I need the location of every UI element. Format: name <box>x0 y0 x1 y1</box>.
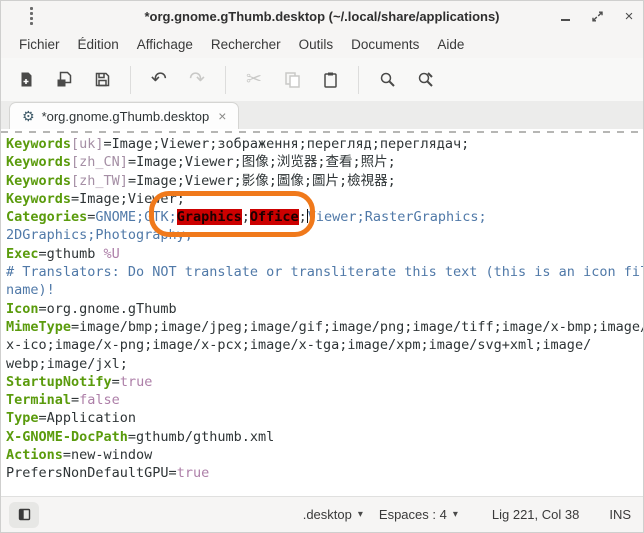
find-replace-icon <box>416 70 435 89</box>
text-editor-area[interactable]: Keywords[uk]=Image;Viewer;зображення;пер… <box>1 129 643 496</box>
chevron-down-icon: ▾ <box>453 509 458 520</box>
title-bar: *org.gnome.gThumb.desktop (~/.local/shar… <box>1 1 643 31</box>
tab-label: *org.gnome.gThumb.desktop <box>42 109 210 124</box>
find-button[interactable] <box>370 64 404 96</box>
dashed-separator <box>1 131 643 133</box>
toolbar-separator <box>130 66 131 94</box>
code-line: name)! <box>6 281 643 299</box>
menu-affichage[interactable]: Affichage <box>128 34 202 55</box>
status-bar: .desktop ▾ Espaces : 4 ▾ Lig 221, Col 38… <box>1 496 643 532</box>
find-icon <box>378 70 397 89</box>
restore-button[interactable] <box>589 8 605 24</box>
undo-icon: ↶ <box>151 70 167 90</box>
cursor-position-label: Lig 221, Col 38 <box>492 507 579 522</box>
cut-icon: ✂ <box>246 70 262 90</box>
menu-rechercher[interactable]: Rechercher <box>202 34 290 55</box>
menu-aide[interactable]: Aide <box>428 34 473 55</box>
filetype-selector[interactable]: .desktop ▾ <box>295 504 371 525</box>
close-button[interactable]: × <box>621 8 637 24</box>
tab-org-gnome-gthumb-desktop[interactable]: ⚙ *org.gnome.gThumb.desktop × <box>9 102 239 129</box>
menu-bar: FichierÉditionAffichageRechercherOutilsD… <box>1 31 643 58</box>
toolbar-separator <box>225 66 226 94</box>
overwrite-mode-label: INS <box>609 507 631 522</box>
code-line: Actions=new-window <box>6 446 643 464</box>
save-button[interactable] <box>85 64 119 96</box>
code-line: 2DGraphics;Photography; <box>6 226 643 244</box>
chevron-down-icon: ▾ <box>358 509 363 520</box>
code-line: x-ico;image/x-png;image/x-pcx;image/x-tg… <box>6 336 643 354</box>
code-line: Keywords[zh_CN]=Image;Viewer;图像;浏览器;查看;照… <box>6 153 643 171</box>
cut-button: ✂ <box>237 64 271 96</box>
close-icon: × <box>625 9 634 24</box>
open-document-button[interactable] <box>47 64 81 96</box>
toolbar: ↶ ↷ ✂ <box>1 58 643 101</box>
menu-documents[interactable]: Documents <box>342 34 428 55</box>
code-line: X-GNOME-DocPath=gthumb/gthumb.xml <box>6 428 643 446</box>
tab-width-selector[interactable]: Espaces : 4 ▾ <box>371 504 466 525</box>
tab-bar: ⚙ *org.gnome.gThumb.desktop × <box>1 101 643 129</box>
code-line: PrefersNonDefaultGPU=true <box>6 464 643 482</box>
paste-icon <box>321 70 340 89</box>
window-controls: × <box>557 1 637 31</box>
tab-close-icon[interactable]: × <box>216 109 228 123</box>
toolbar-separator <box>358 66 359 94</box>
save-icon <box>93 70 112 89</box>
filetype-label: .desktop <box>303 507 352 522</box>
restore-icon <box>591 10 604 23</box>
code-line: Icon=org.gnome.gThumb <box>6 300 643 318</box>
desktop-file-gear-icon: ⚙ <box>22 109 35 123</box>
minimize-button[interactable] <box>557 8 573 24</box>
open-document-icon <box>55 70 74 89</box>
redo-button: ↷ <box>180 64 214 96</box>
window-menu-icon[interactable] <box>30 7 33 25</box>
tab-width-label: Espaces : 4 <box>379 507 447 522</box>
side-panel-toggle-button[interactable] <box>9 502 39 528</box>
document-content: Keywords[uk]=Image;Viewer;зображення;пер… <box>6 135 643 483</box>
find-replace-button[interactable] <box>408 64 442 96</box>
status-right-group: .desktop ▾ Espaces : 4 ▾ Lig 221, Col 38… <box>295 504 633 525</box>
redo-icon: ↷ <box>189 70 205 90</box>
code-line: MimeType=image/bmp;image/jpeg;image/gif;… <box>6 318 643 336</box>
menu-outils[interactable]: Outils <box>290 34 343 55</box>
code-line: # Translators: Do NOT translate or trans… <box>6 263 643 281</box>
menu-fichier[interactable]: Fichier <box>10 34 69 55</box>
code-line: Terminal=false <box>6 391 643 409</box>
code-line: Categories=GNOME;GTK;Graphics;Office;Vie… <box>6 208 643 226</box>
code-line: webp;image/jxl; <box>6 355 643 373</box>
menu-edition[interactable]: Édition <box>69 34 128 55</box>
new-document-button[interactable] <box>9 64 43 96</box>
code-line: Keywords[zh_TW]=Image;Viewer;影像;圖像;圖片;檢視… <box>6 172 643 190</box>
new-document-icon <box>17 70 36 89</box>
window-title: *org.gnome.gThumb.desktop (~/.local/shar… <box>1 9 643 24</box>
code-line: Type=Application <box>6 409 643 427</box>
code-line: StartupNotify=true <box>6 373 643 391</box>
side-panel-icon <box>18 508 31 521</box>
code-line: Keywords=Image;Viewer; <box>6 190 643 208</box>
copy-icon <box>283 70 302 89</box>
undo-button[interactable]: ↶ <box>142 64 176 96</box>
copy-button <box>275 64 309 96</box>
paste-button[interactable] <box>313 64 347 96</box>
code-line: Exec=gthumb %U <box>6 245 643 263</box>
code-line: Keywords[uk]=Image;Viewer;зображення;пер… <box>6 135 643 153</box>
minimize-icon <box>561 19 570 21</box>
gedit-window: *org.gnome.gThumb.desktop (~/.local/shar… <box>0 0 644 533</box>
